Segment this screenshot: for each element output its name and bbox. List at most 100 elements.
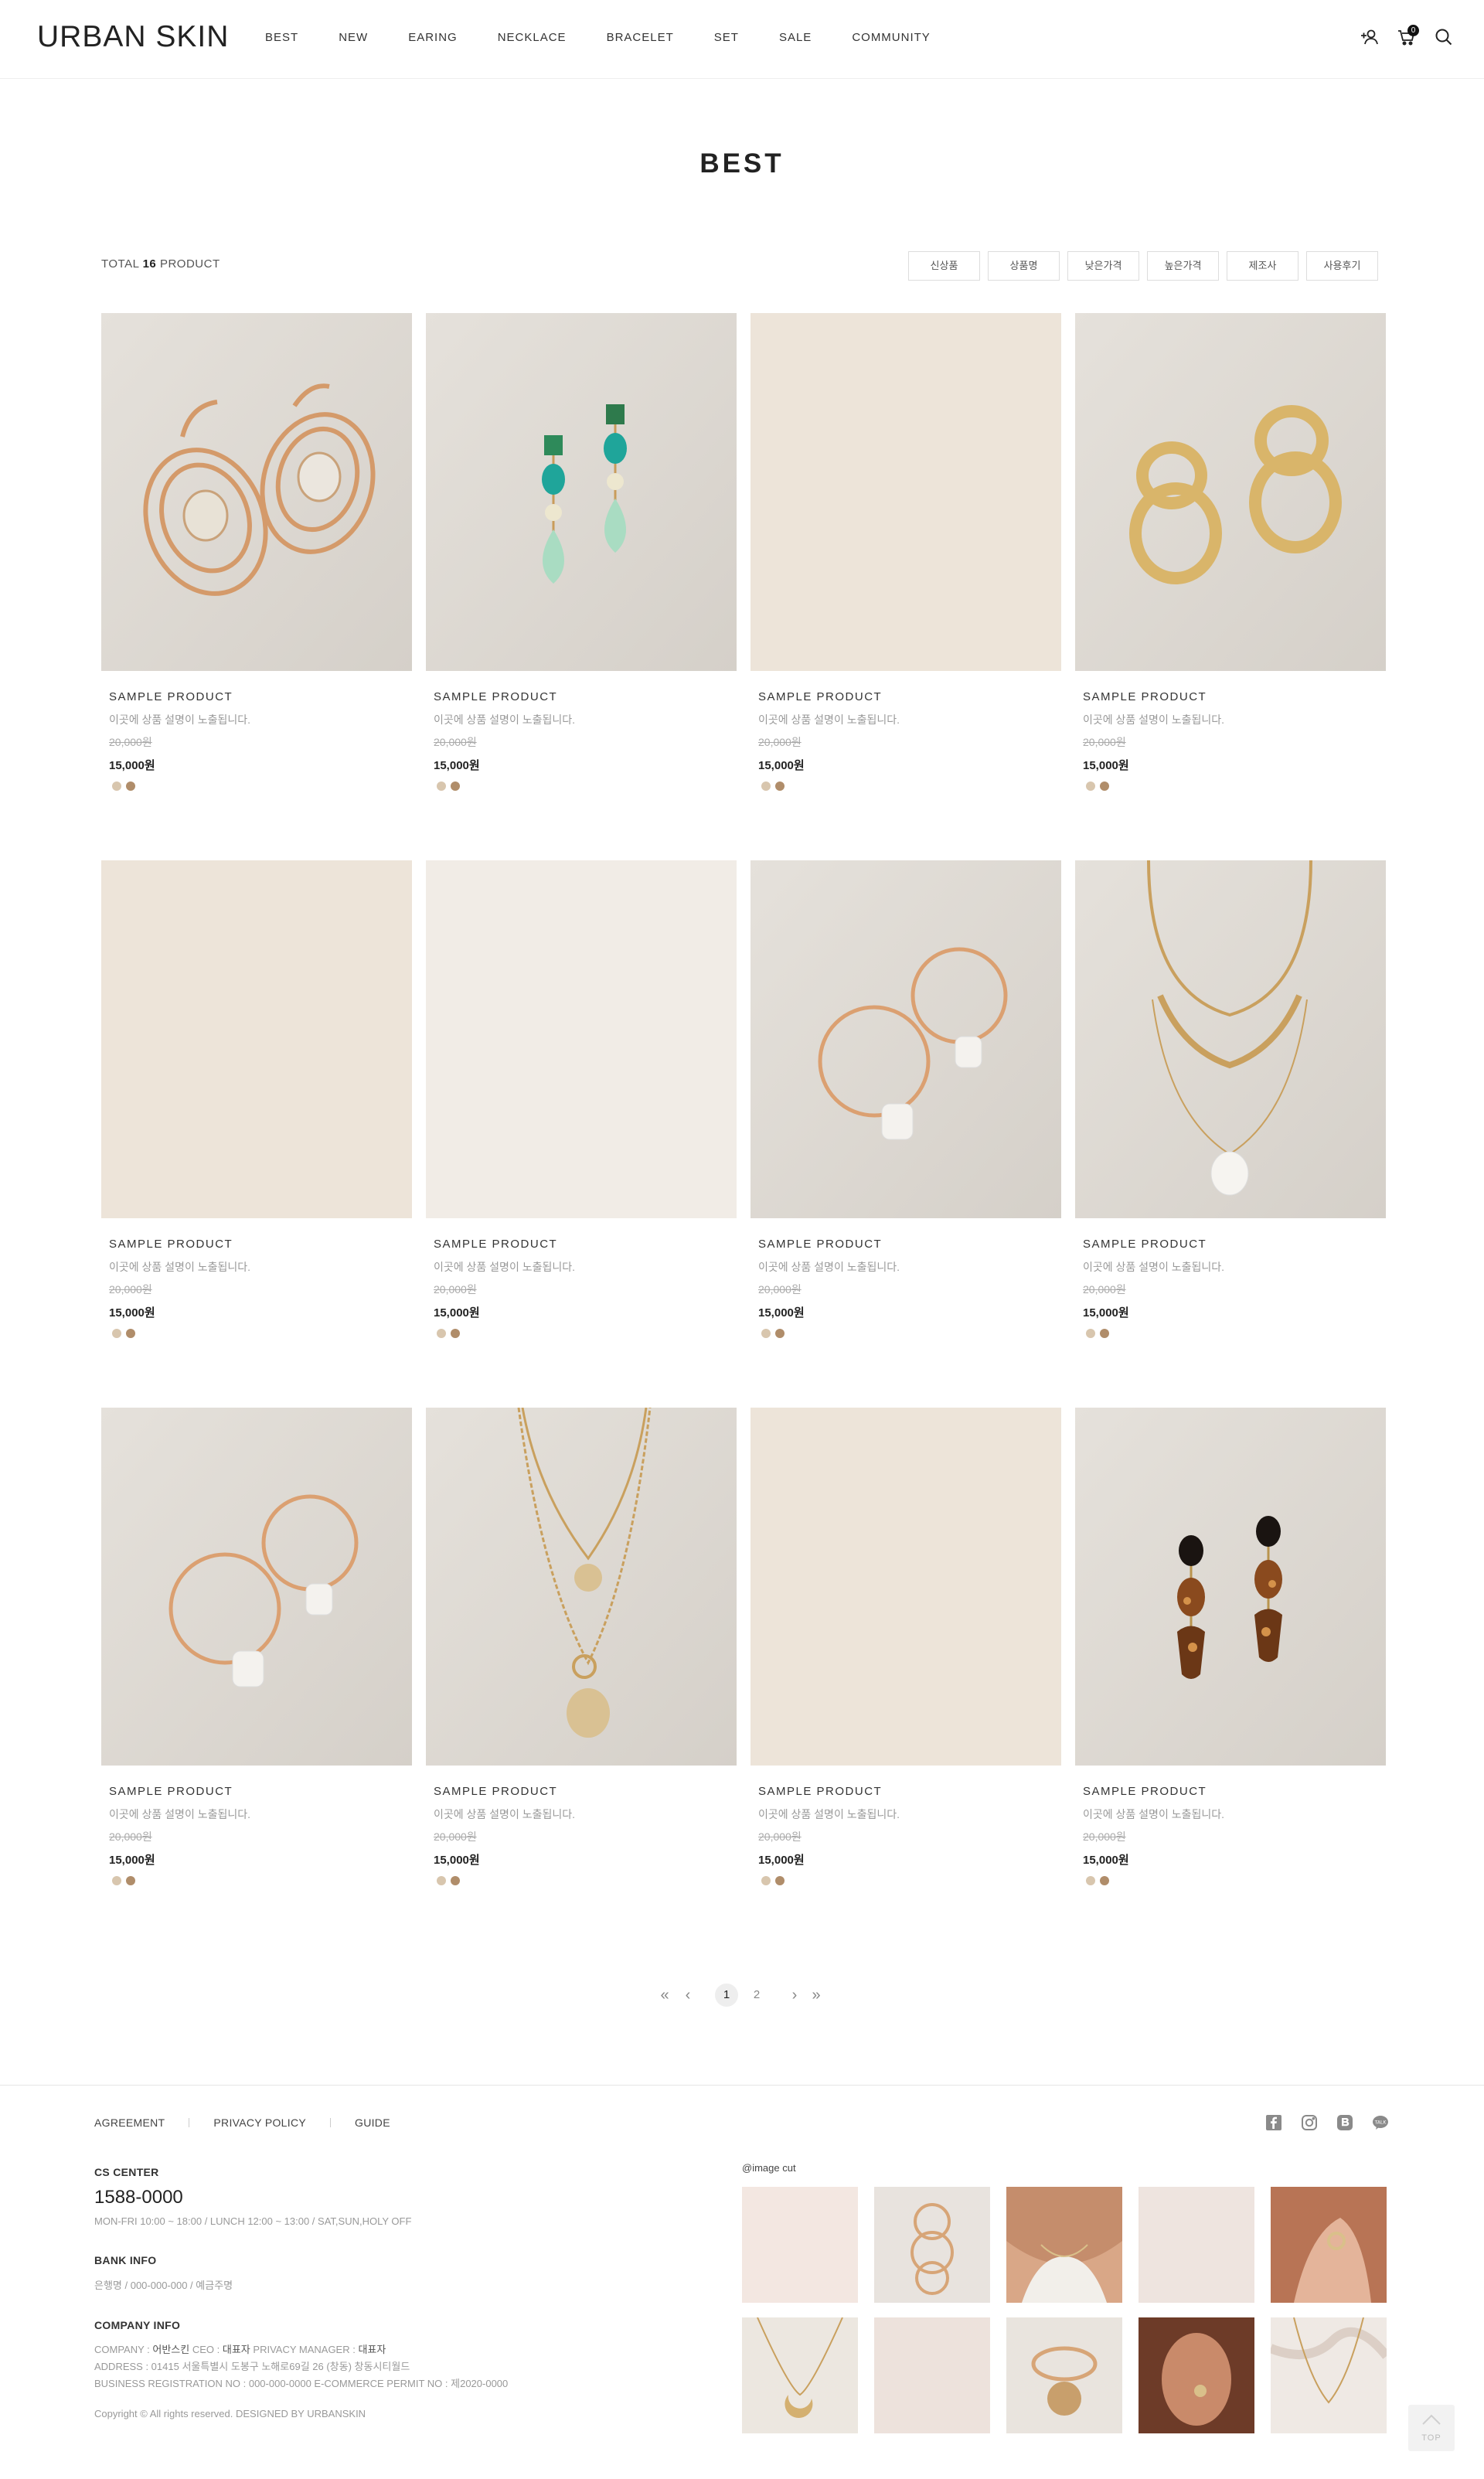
image-cut-thumbnail[interactable] bbox=[1271, 2317, 1387, 2433]
image-cut-thumbnail[interactable] bbox=[874, 2187, 990, 2303]
nav-necklace[interactable]: NECKLACE bbox=[498, 31, 567, 44]
color-swatch[interactable] bbox=[451, 781, 460, 791]
guide-link[interactable]: GUIDE bbox=[355, 2116, 390, 2129]
product-image[interactable] bbox=[1075, 860, 1386, 1218]
color-swatch[interactable] bbox=[112, 781, 121, 791]
page-2-button[interactable]: 2 bbox=[745, 1984, 768, 2007]
blog-icon[interactable] bbox=[1336, 2113, 1354, 2132]
agreement-link[interactable]: AGREEMENT bbox=[94, 2116, 165, 2129]
instagram-icon[interactable] bbox=[1300, 2113, 1319, 2132]
color-swatch[interactable] bbox=[775, 1329, 785, 1338]
product-name[interactable]: SAMPLE PRODUCT bbox=[1083, 1238, 1386, 1251]
product-image[interactable] bbox=[101, 313, 412, 671]
image-cut-thumbnail[interactable] bbox=[874, 2317, 990, 2433]
product-image[interactable] bbox=[426, 313, 737, 671]
color-swatch[interactable] bbox=[126, 1329, 135, 1338]
product-card[interactable]: SAMPLE PRODUCT 이곳에 상품 설명이 노출됩니다. 20,000원 15… bbox=[426, 1408, 737, 1885]
color-swatch[interactable] bbox=[1086, 781, 1095, 791]
color-swatch[interactable] bbox=[451, 1329, 460, 1338]
product-card[interactable]: SAMPLE PRODUCT 이곳에 상품 설명이 노출됩니다. 20,000원 15… bbox=[101, 313, 412, 791]
image-cut-thumbnail[interactable] bbox=[1006, 2317, 1122, 2433]
product-card[interactable]: SAMPLE PRODUCT 이곳에 상품 설명이 노출됩니다. 20,000원 15… bbox=[751, 313, 1061, 791]
product-name[interactable]: SAMPLE PRODUCT bbox=[434, 690, 737, 703]
sort-name-button[interactable]: 상품명 bbox=[988, 251, 1060, 281]
color-swatch[interactable] bbox=[775, 781, 785, 791]
nav-bracelet[interactable]: BRACELET bbox=[607, 31, 674, 44]
color-swatch[interactable] bbox=[437, 1329, 446, 1338]
sort-newest-button[interactable]: 신상품 bbox=[908, 251, 980, 281]
color-swatch[interactable] bbox=[112, 1329, 121, 1338]
color-swatch[interactable] bbox=[126, 781, 135, 791]
product-image[interactable] bbox=[751, 313, 1061, 671]
product-image[interactable] bbox=[751, 860, 1061, 1218]
sort-high-price-button[interactable]: 높은가격 bbox=[1147, 251, 1219, 281]
back-to-top-button[interactable]: TOP bbox=[1408, 2405, 1455, 2451]
product-image[interactable] bbox=[101, 860, 412, 1218]
color-swatch[interactable] bbox=[1086, 1329, 1095, 1338]
color-swatch[interactable] bbox=[437, 781, 446, 791]
color-swatch[interactable] bbox=[451, 1876, 460, 1885]
color-swatch[interactable] bbox=[437, 1876, 446, 1885]
product-image[interactable] bbox=[1075, 313, 1386, 671]
product-name[interactable]: SAMPLE PRODUCT bbox=[758, 690, 1061, 703]
prev-page-button[interactable]: ‹ bbox=[680, 1984, 696, 2007]
image-cut-thumbnail[interactable] bbox=[1139, 2317, 1254, 2433]
product-name[interactable]: SAMPLE PRODUCT bbox=[109, 690, 412, 703]
next-page-button[interactable]: › bbox=[787, 1984, 802, 2007]
sort-low-price-button[interactable]: 낮은가격 bbox=[1067, 251, 1139, 281]
product-card[interactable]: SAMPLE PRODUCT 이곳에 상품 설명이 노출됩니다. 20,000원 15… bbox=[751, 860, 1061, 1338]
product-card[interactable]: SAMPLE PRODUCT 이곳에 상품 설명이 노출됩니다. 20,000원 15… bbox=[426, 313, 737, 791]
color-swatch[interactable] bbox=[761, 1329, 771, 1338]
product-name[interactable]: SAMPLE PRODUCT bbox=[109, 1785, 412, 1798]
image-cut-thumbnail[interactable] bbox=[1139, 2187, 1254, 2303]
nav-set[interactable]: SET bbox=[714, 31, 739, 44]
product-image[interactable] bbox=[751, 1408, 1061, 1766]
color-swatch[interactable] bbox=[112, 1876, 121, 1885]
sort-review-button[interactable]: 사용후기 bbox=[1306, 251, 1378, 281]
image-cut-thumbnail[interactable] bbox=[742, 2187, 858, 2303]
color-swatch[interactable] bbox=[1100, 1876, 1109, 1885]
site-logo[interactable]: URBAN SKIN bbox=[37, 20, 229, 54]
product-name[interactable]: SAMPLE PRODUCT bbox=[1083, 690, 1386, 703]
privacy-policy-link[interactable]: PRIVACY POLICY bbox=[213, 2116, 306, 2129]
search-icon[interactable] bbox=[1433, 26, 1455, 48]
facebook-icon[interactable] bbox=[1264, 2113, 1283, 2132]
nav-earing[interactable]: EARING bbox=[408, 31, 458, 44]
page-1-button[interactable]: 1 bbox=[715, 1984, 738, 2007]
product-card[interactable]: SAMPLE PRODUCT 이곳에 상품 설명이 노출됩니다. 20,000원 15… bbox=[1075, 313, 1386, 791]
color-swatch[interactable] bbox=[1086, 1876, 1095, 1885]
product-card[interactable]: SAMPLE PRODUCT 이곳에 상품 설명이 노출됩니다. 20,000원 15… bbox=[1075, 860, 1386, 1338]
product-card[interactable]: SAMPLE PRODUCT 이곳에 상품 설명이 노출됩니다. 20,000원 15… bbox=[101, 1408, 412, 1885]
color-swatch[interactable] bbox=[761, 1876, 771, 1885]
cart-icon[interactable]: 0 bbox=[1396, 25, 1419, 48]
color-swatch[interactable] bbox=[775, 1876, 785, 1885]
image-cut-thumbnail[interactable] bbox=[742, 2317, 858, 2433]
product-image[interactable] bbox=[426, 860, 737, 1218]
image-cut-thumbnail[interactable] bbox=[1006, 2187, 1122, 2303]
nav-sale[interactable]: SALE bbox=[779, 31, 812, 44]
product-image[interactable] bbox=[1075, 1408, 1386, 1766]
product-name[interactable]: SAMPLE PRODUCT bbox=[109, 1238, 412, 1251]
nav-best[interactable]: BEST bbox=[265, 31, 298, 44]
image-cut-thumbnail[interactable] bbox=[1271, 2187, 1387, 2303]
color-swatch[interactable] bbox=[1100, 1329, 1109, 1338]
product-image[interactable] bbox=[101, 1408, 412, 1766]
sort-maker-button[interactable]: 제조사 bbox=[1227, 251, 1298, 281]
last-page-button[interactable]: » bbox=[808, 1984, 824, 2007]
kakaotalk-icon[interactable]: TALK bbox=[1371, 2113, 1390, 2132]
color-swatch[interactable] bbox=[1100, 781, 1109, 791]
product-card[interactable]: SAMPLE PRODUCT 이곳에 상품 설명이 노출됩니다. 20,000원 15… bbox=[426, 860, 737, 1338]
product-card[interactable]: SAMPLE PRODUCT 이곳에 상품 설명이 노출됩니다. 20,000원 15… bbox=[1075, 1408, 1386, 1885]
product-name[interactable]: SAMPLE PRODUCT bbox=[434, 1785, 737, 1798]
nav-community[interactable]: COMMUNITY bbox=[852, 31, 931, 44]
product-name[interactable]: SAMPLE PRODUCT bbox=[758, 1785, 1061, 1798]
first-page-button[interactable]: « bbox=[657, 1984, 672, 2007]
color-swatch[interactable] bbox=[126, 1876, 135, 1885]
color-swatch[interactable] bbox=[761, 781, 771, 791]
product-name[interactable]: SAMPLE PRODUCT bbox=[758, 1238, 1061, 1251]
product-card[interactable]: SAMPLE PRODUCT 이곳에 상품 설명이 노출됩니다. 20,000원 15… bbox=[751, 1408, 1061, 1885]
product-card[interactable]: SAMPLE PRODUCT 이곳에 상품 설명이 노출됩니다. 20,000원 15… bbox=[101, 860, 412, 1338]
nav-new[interactable]: NEW bbox=[339, 31, 368, 44]
add-user-icon[interactable] bbox=[1359, 26, 1380, 48]
product-name[interactable]: SAMPLE PRODUCT bbox=[1083, 1785, 1386, 1798]
